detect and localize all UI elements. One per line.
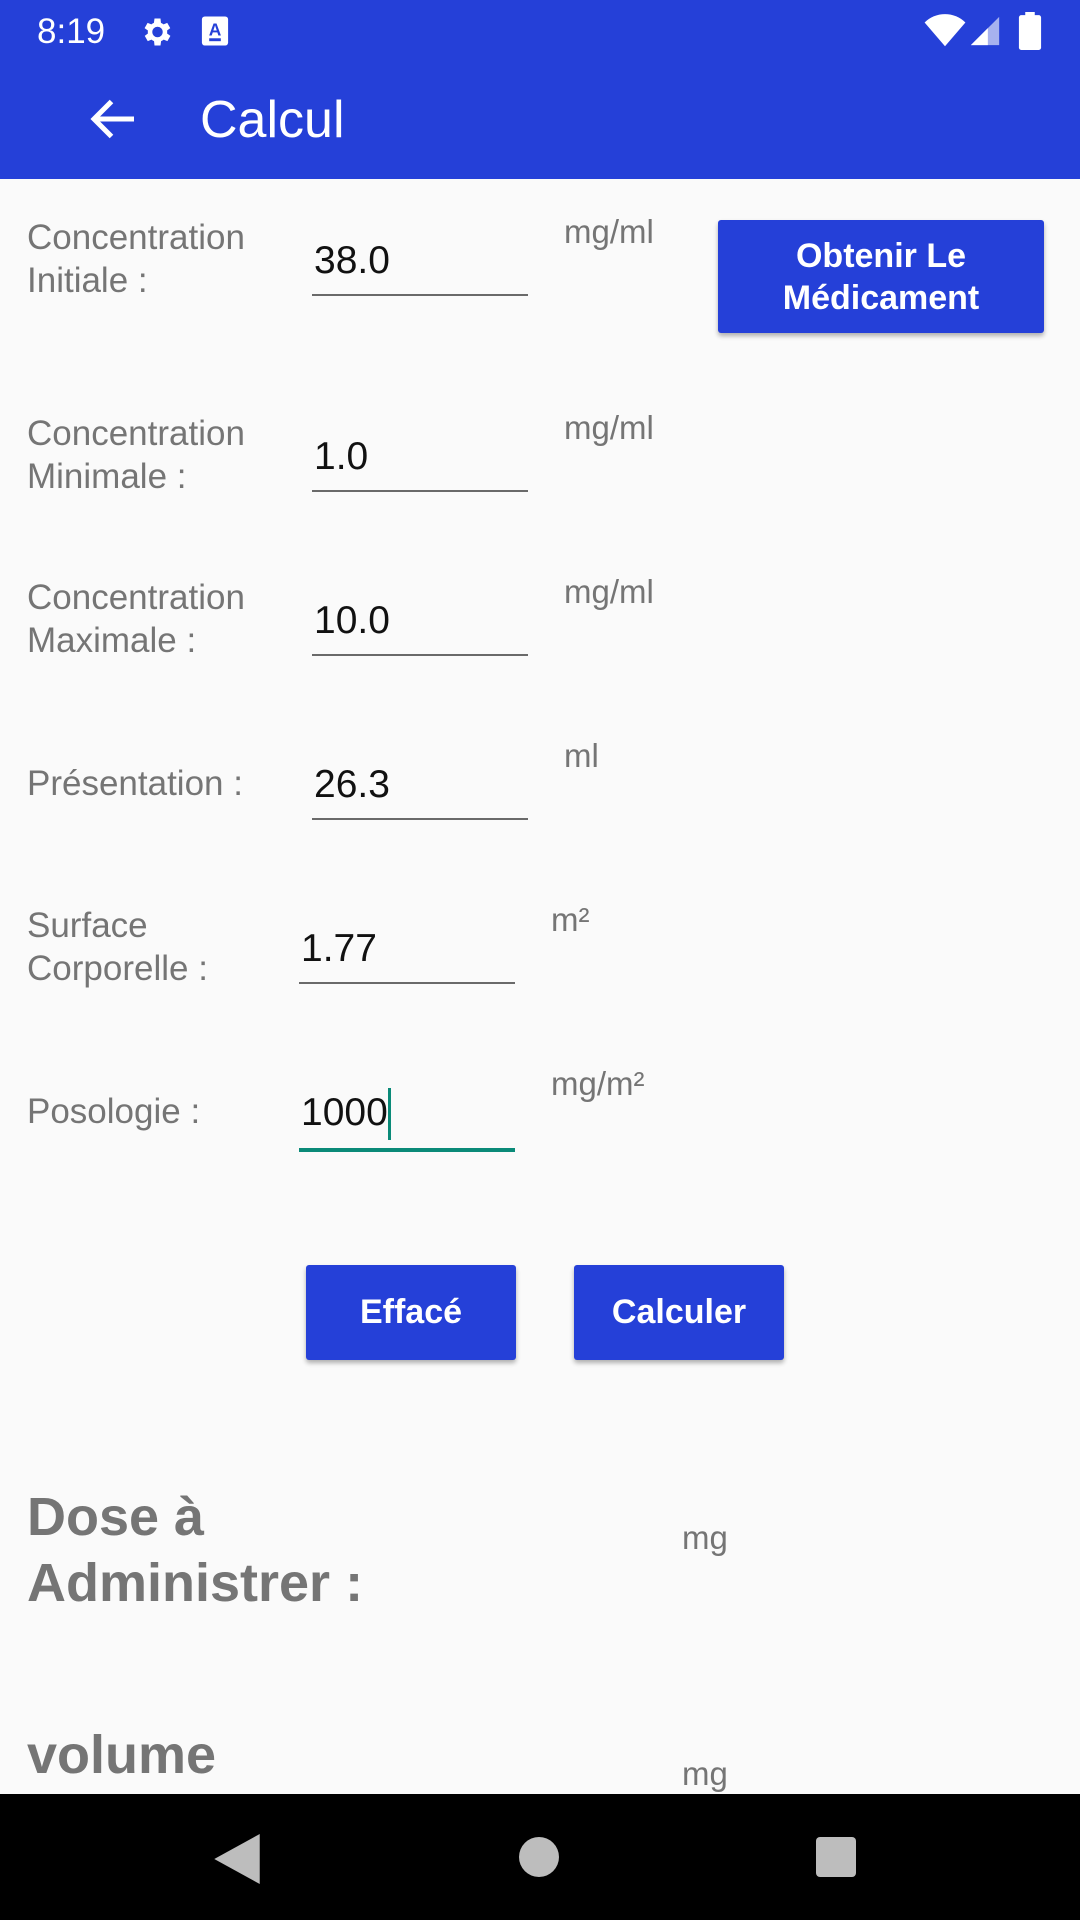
posologie-unit: mg/m² [551,1065,645,1102]
obtenir-medicament-button[interactable]: Obtenir Le Médicament [718,220,1044,333]
navigation-bar [0,1794,1080,1920]
concentration-maximale-input[interactable]: 10.0 [312,594,528,656]
wifi-icon [924,14,966,47]
surface-corporelle-unit: m² [551,901,590,938]
status-bar: 8:19 A [0,0,1080,63]
arrow-back-icon[interactable] [84,89,144,149]
volume-unit: mg [682,1755,728,1792]
nav-back-icon[interactable] [214,1834,260,1884]
concentration-initiale-label: Concentration Initiale : [27,218,245,300]
presentation-input[interactable]: 26.3 [312,758,528,820]
concentration-minimale-input[interactable]: 1.0 [312,430,528,492]
calculer-button[interactable]: Calculer [574,1265,784,1360]
svg-text:A: A [209,19,222,39]
text-a-icon: A [201,16,229,46]
concentration-minimale-unit: mg/ml [564,409,654,446]
concentration-maximale-unit: mg/ml [564,573,654,610]
presentation-label: Présentation : [27,764,243,803]
text-cursor [387,1088,391,1140]
volume-label: volume [27,1725,217,1785]
status-time: 8:19 [37,12,106,51]
efface-button[interactable]: Effacé [306,1265,516,1360]
concentration-initiale-input[interactable]: 38.0 [312,234,528,296]
nav-recents-icon[interactable] [816,1837,856,1877]
concentration-minimale-label: Concentration Minimale : [27,414,245,496]
concentration-initiale-unit: mg/ml [564,213,654,250]
dose-unit: mg [682,1519,728,1556]
battery-icon [1018,12,1042,50]
presentation-unit: ml [564,737,599,774]
nav-home-icon[interactable] [519,1837,559,1877]
posologie-value: 1000 [301,1091,388,1134]
posologie-label: Posologie : [27,1092,201,1131]
surface-corporelle-label: Surface Corporelle : [27,906,208,988]
gear-icon [144,18,171,46]
dose-label: Dose à Administrer : [27,1487,364,1613]
surface-corporelle-input[interactable]: 1.77 [299,922,515,984]
posologie-input[interactable]: 1000 [299,1086,515,1152]
signal-icon [970,16,1000,46]
app-bar: Calcul [0,63,1080,179]
page-title: Calcul [200,91,345,149]
concentration-maximale-label: Concentration Maximale : [27,578,245,660]
